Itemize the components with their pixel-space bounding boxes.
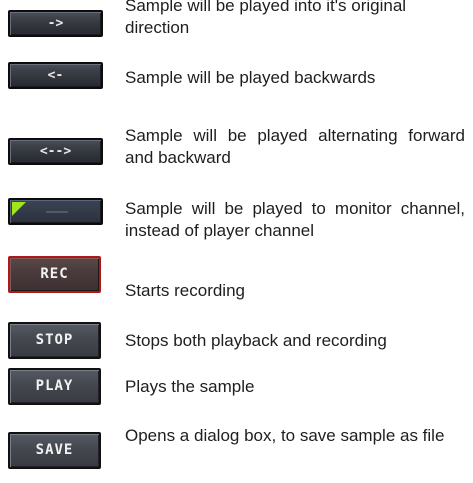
save-button-label: SAVE (35, 442, 74, 458)
play-button[interactable]: PLAY (8, 368, 101, 405)
monitor-dash-icon (46, 211, 68, 213)
stop-button[interactable]: STOP (8, 322, 101, 359)
backward-description: Sample will be played backwards (125, 68, 376, 87)
save-description: Opens a dialog box, to save sample as fi… (125, 426, 445, 445)
stop-description: Stops both playback and recording (125, 331, 387, 350)
forward-arrow-icon: -> (47, 16, 64, 31)
alternating-direction-button[interactable]: <--> (8, 138, 103, 165)
play-button-label: PLAY (35, 378, 74, 394)
bidirectional-arrow-icon: <--> (39, 144, 72, 159)
rec-button[interactable]: REC (8, 256, 101, 293)
rec-description: Starts recording (125, 281, 245, 300)
play-description: Plays the sample (125, 377, 255, 396)
rec-button-label: REC (40, 266, 69, 282)
save-button[interactable]: SAVE (8, 432, 101, 469)
alternating-description: Sample will be played alternating forwar… (125, 126, 465, 167)
stop-button-label: STOP (35, 332, 74, 348)
monitor-description: Sample will be played to monitor channel… (125, 199, 465, 240)
forward-description: Sample will be played into it's original… (125, 0, 407, 37)
monitor-toggle-button[interactable] (8, 198, 103, 225)
backward-direction-button[interactable]: <- (8, 62, 103, 89)
backward-arrow-icon: <- (47, 68, 64, 83)
forward-direction-button[interactable]: -> (8, 10, 103, 37)
monitor-active-flag-icon (12, 202, 26, 216)
